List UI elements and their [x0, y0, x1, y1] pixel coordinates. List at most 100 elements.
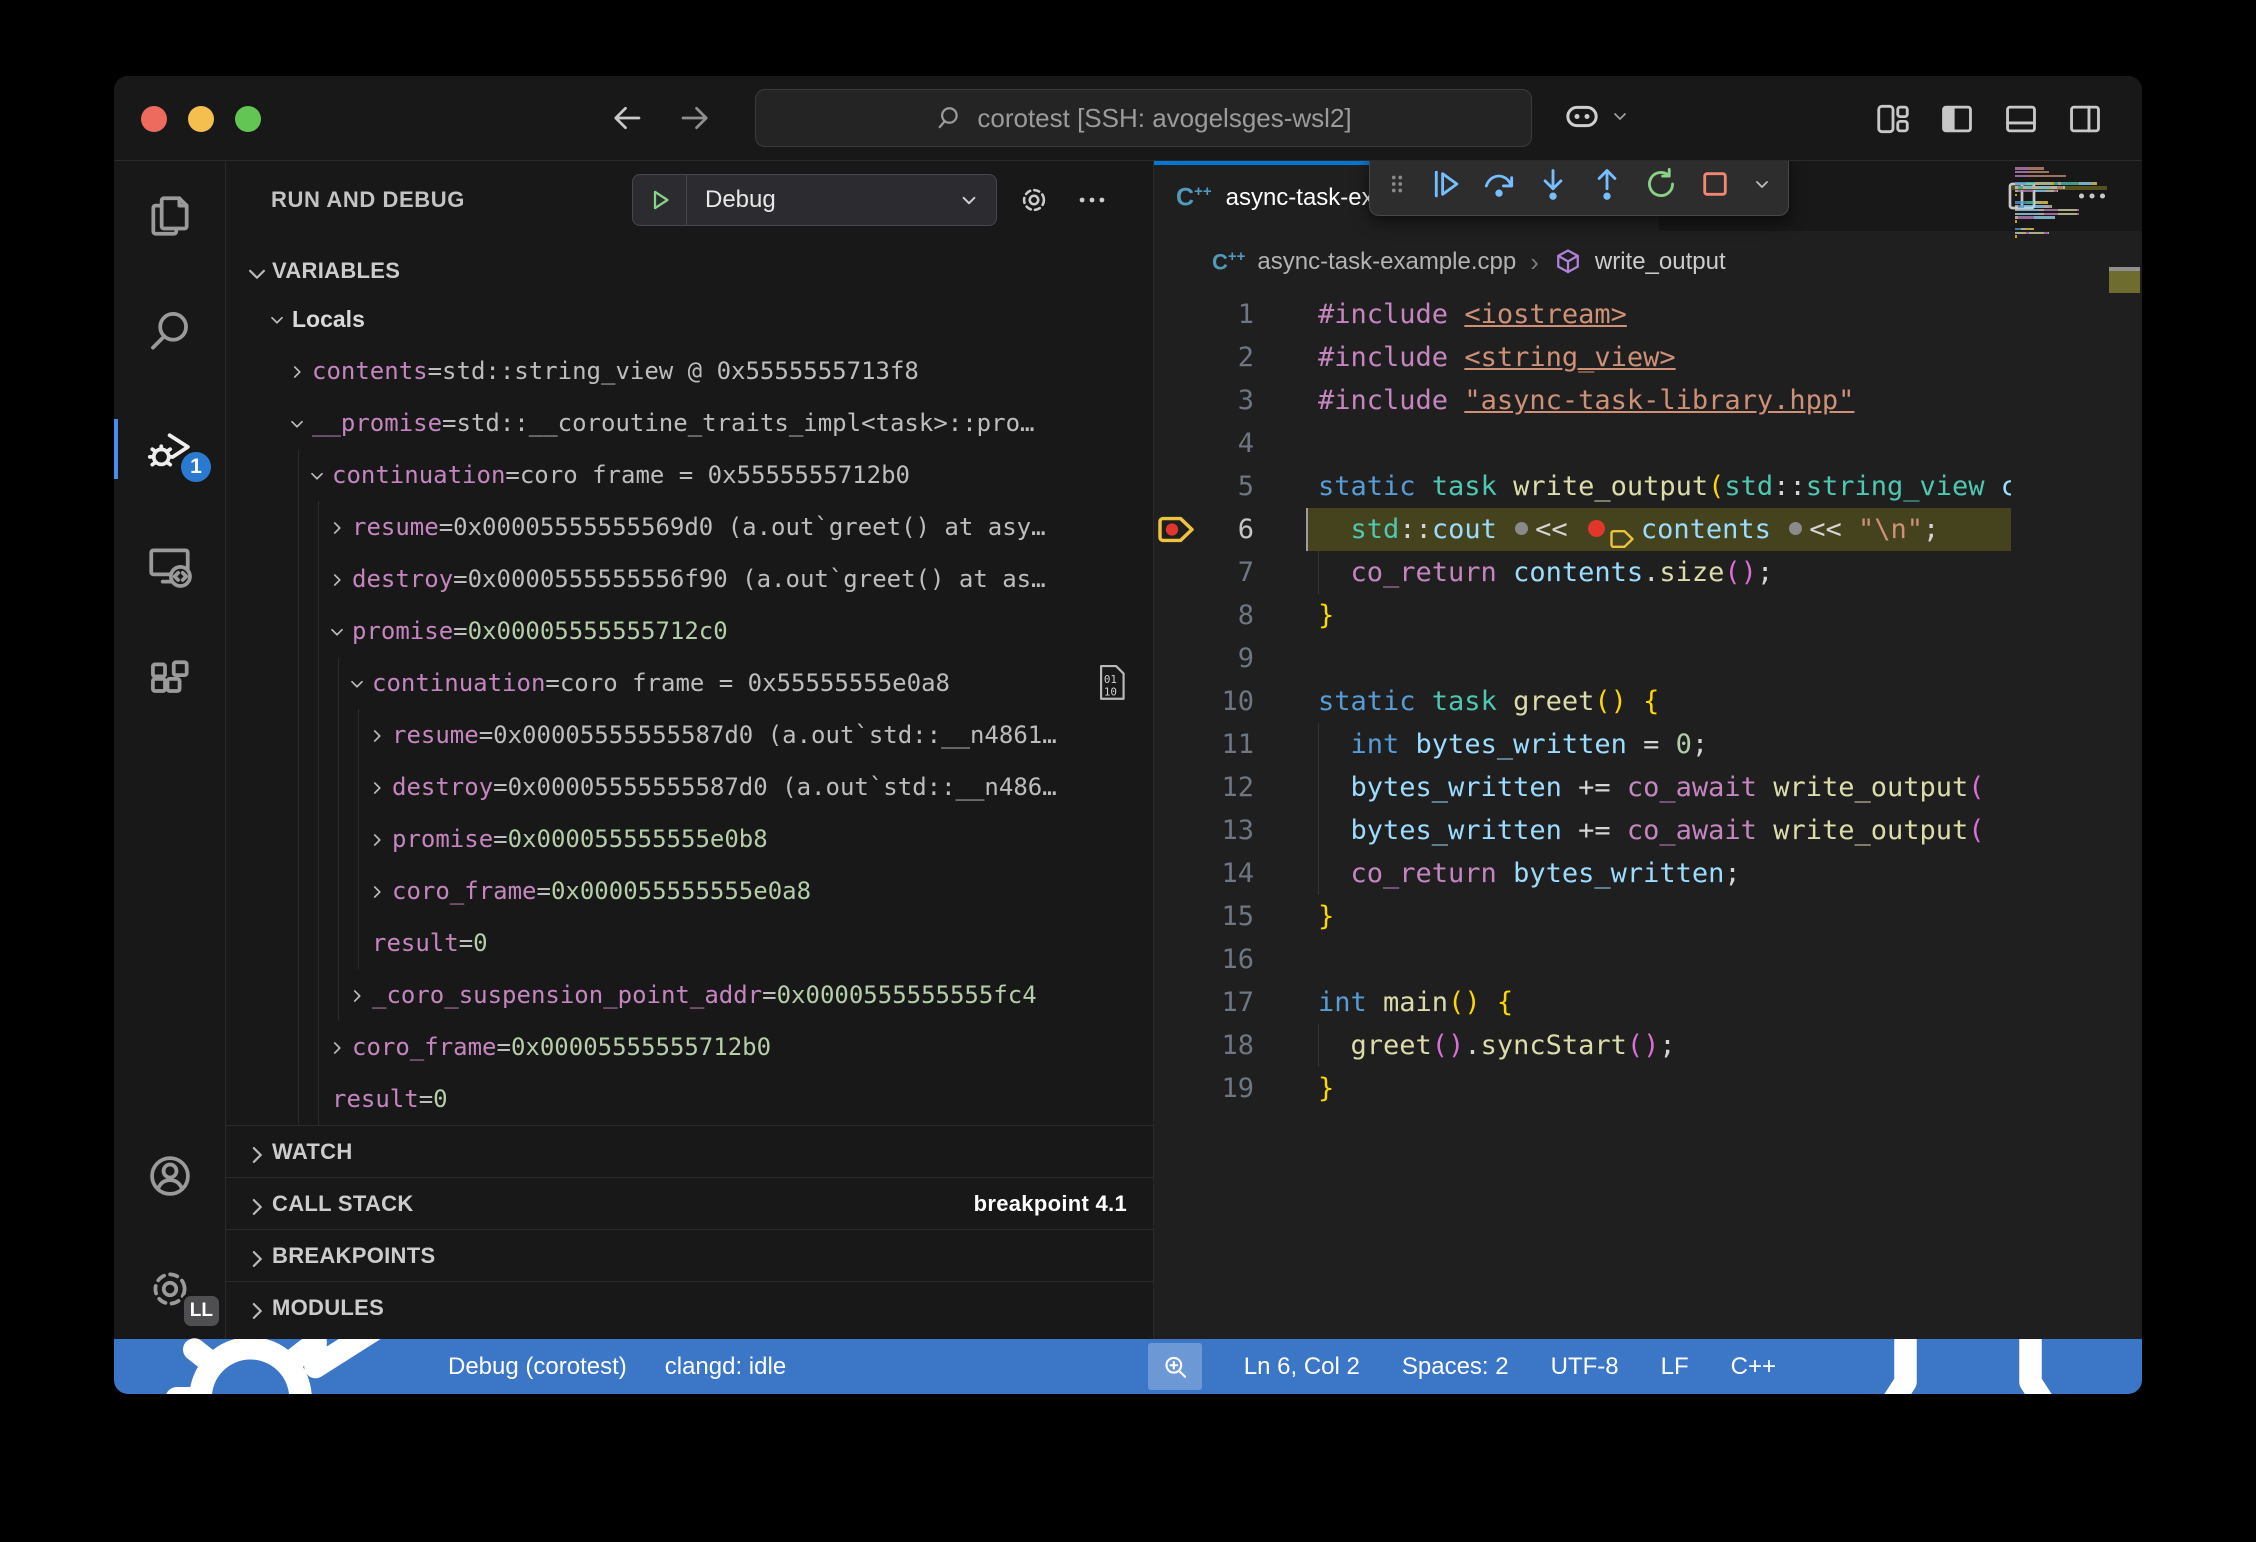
activity-bar-item-extensions-icon[interactable]	[114, 641, 226, 721]
code-line[interactable]: 10static task greet() {	[1154, 680, 2142, 723]
breakpoint-gutter[interactable]	[1154, 938, 1198, 981]
activity-bar-item-files-icon[interactable]	[114, 176, 226, 256]
code-line[interactable]: 16	[1154, 938, 2142, 981]
minimize-window-button[interactable]	[188, 106, 214, 132]
chevron-down-icon[interactable]	[346, 671, 372, 695]
start-debug-icon[interactable]	[645, 185, 675, 215]
minimap[interactable]	[2011, 161, 2107, 1339]
chevron-right-icon[interactable]	[326, 567, 352, 591]
debug-stop-icon[interactable]	[1696, 165, 1734, 203]
modules-section-header[interactable]: MODULES	[226, 1281, 1153, 1333]
chevron-right-icon[interactable]	[366, 879, 392, 903]
code-line[interactable]: 8}	[1154, 594, 2142, 637]
activity-bar-item-run-debug-icon[interactable]: 1	[114, 409, 226, 489]
close-window-button[interactable]	[141, 106, 167, 132]
overview-ruler[interactable]	[2107, 161, 2142, 1339]
activity-bar-item-account-icon[interactable]	[114, 1136, 226, 1216]
variable-row[interactable]: destroy = 0x0000555555556f90 (a.out`gree…	[226, 553, 1153, 605]
customize-layout-icon[interactable]	[1874, 100, 1912, 138]
activity-bar-item-settings-gear-icon[interactable]: LL	[114, 1249, 226, 1329]
status-item[interactable]: C++	[1731, 1353, 1776, 1381]
chevron-right-icon[interactable]	[326, 515, 352, 539]
breakpoint-gutter[interactable]	[1154, 293, 1198, 336]
code-line[interactable]: 3#include "async-task-library.hpp"	[1154, 379, 2142, 422]
view-binary-data-icon[interactable]: 0110	[1097, 664, 1127, 702]
variable-row[interactable]: promise = 0x00005555555712c0	[226, 605, 1153, 657]
debug-step-out-icon[interactable]	[1588, 165, 1626, 203]
chevron-right-icon[interactable]	[346, 983, 372, 1007]
breakpoint-gutter[interactable]	[1154, 1024, 1198, 1067]
activity-bar-item-remote-explorer-icon[interactable]	[114, 526, 226, 606]
chevron-right-icon[interactable]	[326, 1035, 352, 1059]
breakpoint-gutter[interactable]	[1154, 766, 1198, 809]
breakpoints-section-header[interactable]: BREAKPOINTS	[226, 1229, 1153, 1281]
chevron-down-icon[interactable]	[326, 619, 352, 643]
breadcrumb-symbol[interactable]: write_output	[1595, 248, 1726, 276]
toggle-sidebar-icon[interactable]	[1938, 100, 1976, 138]
variable-row[interactable]: continuation = coro frame = 0x5555555712…	[226, 449, 1153, 501]
code-line[interactable]: 11 int bytes_written = 0;	[1154, 723, 2142, 766]
variable-row[interactable]: resume = 0x00005555555569d0 (a.out`greet…	[226, 501, 1153, 553]
code-line[interactable]: 7 co_return contents.size();	[1154, 551, 2142, 594]
code-line[interactable]: 13 bytes_written += co_await write_outpu…	[1154, 809, 2142, 852]
inline-breakpoint-candidate-icon[interactable]	[1789, 522, 1802, 535]
breakpoint-gutter[interactable]	[1154, 551, 1198, 594]
breakpoint-gutter[interactable]	[1154, 637, 1198, 680]
code-line[interactable]: 15}	[1154, 895, 2142, 938]
status-item[interactable]: UTF-8	[1551, 1353, 1619, 1381]
copilot-menu[interactable]	[1562, 96, 1632, 136]
chevron-down-icon[interactable]	[286, 411, 312, 435]
code-line[interactable]: 2#include <string_view>	[1154, 336, 2142, 379]
variable-row[interactable]: contents = std::string_view @ 0x55555557…	[226, 345, 1153, 397]
activity-bar-item-search-icon[interactable]	[114, 291, 226, 371]
code-line[interactable]: 19}	[1154, 1067, 2142, 1110]
breadcrumb-file[interactable]: async-task-example.cpp	[1257, 248, 1516, 276]
code-line[interactable]: 9	[1154, 637, 2142, 680]
code-line[interactable]: 4	[1154, 422, 2142, 465]
debug-restart-icon[interactable]	[1642, 165, 1680, 203]
debug-step-over-icon[interactable]	[1480, 165, 1518, 203]
breakpoint-gutter[interactable]	[1154, 680, 1198, 723]
code-line[interactable]: 1#include <iostream>	[1154, 293, 2142, 336]
variable-row[interactable]: coro_frame = 0x00005555555712b0	[226, 1021, 1153, 1073]
inline-breakpoint-candidate-icon[interactable]	[1515, 522, 1528, 535]
variable-row[interactable]: resume = 0x00005555555587d0 (a.out`std::…	[226, 709, 1153, 761]
breakpoint-gutter[interactable]	[1154, 1067, 1198, 1110]
toggle-secondary-sidebar-icon[interactable]	[2066, 100, 2104, 138]
status-item[interactable]: clangd: idle	[665, 1353, 786, 1381]
chevron-right-icon[interactable]	[286, 359, 312, 383]
code-line[interactable]: 18 greet().syncStart();	[1154, 1024, 2142, 1067]
call-stack-section-header[interactable]: CALL STACK breakpoint 4.1	[226, 1177, 1153, 1229]
inline-breakpoint-icon[interactable]	[1588, 520, 1605, 537]
variable-row[interactable]: result = 0	[226, 1073, 1153, 1125]
breakpoint-gutter[interactable]	[1154, 465, 1198, 508]
chevron-right-icon[interactable]	[366, 723, 392, 747]
breakpoint-gutter[interactable]	[1154, 981, 1198, 1024]
variable-row[interactable]: __promise = std::__coroutine_traits_impl…	[226, 397, 1153, 449]
instruction-pointer-icon[interactable]	[1609, 519, 1635, 541]
breakpoint-gutter[interactable]	[1154, 594, 1198, 637]
back-icon[interactable]	[609, 100, 645, 136]
variable-row[interactable]: continuation = coro frame = 0x55555555e0…	[226, 657, 1153, 709]
variable-row[interactable]: result = 0	[226, 917, 1153, 969]
chevron-right-icon[interactable]	[366, 827, 392, 851]
breakpoint-gutter[interactable]	[1154, 422, 1198, 465]
chevron-down-icon[interactable]	[266, 307, 292, 331]
breakpoint-gutter[interactable]	[1154, 852, 1198, 895]
configure-gear-icon[interactable]	[1017, 183, 1051, 217]
toggle-panel-icon[interactable]	[2002, 100, 2040, 138]
launch-configuration-dropdown[interactable]: Debug	[632, 174, 997, 226]
status-item[interactable]: Ln 6, Col 2	[1244, 1353, 1360, 1381]
debug-continue-icon[interactable]	[1426, 165, 1464, 203]
status-zoom-in[interactable]	[1148, 1343, 1202, 1390]
breakpoint-gutter[interactable]	[1154, 809, 1198, 852]
breakpoint-gutter[interactable]	[1154, 895, 1198, 938]
code-line[interactable]: 17int main() {	[1154, 981, 2142, 1024]
code-line-current[interactable]: 6 std::cout << contents << "\n";	[1154, 508, 2142, 551]
chevron-right-icon[interactable]	[366, 775, 392, 799]
command-center-search[interactable]: corotest [SSH: avogelsges-wsl2]	[755, 89, 1532, 147]
breakpoint-gutter[interactable]	[1154, 723, 1198, 766]
forward-icon[interactable]	[677, 100, 713, 136]
chevron-down-icon[interactable]	[306, 463, 332, 487]
breakpoint-gutter[interactable]	[1154, 379, 1198, 422]
